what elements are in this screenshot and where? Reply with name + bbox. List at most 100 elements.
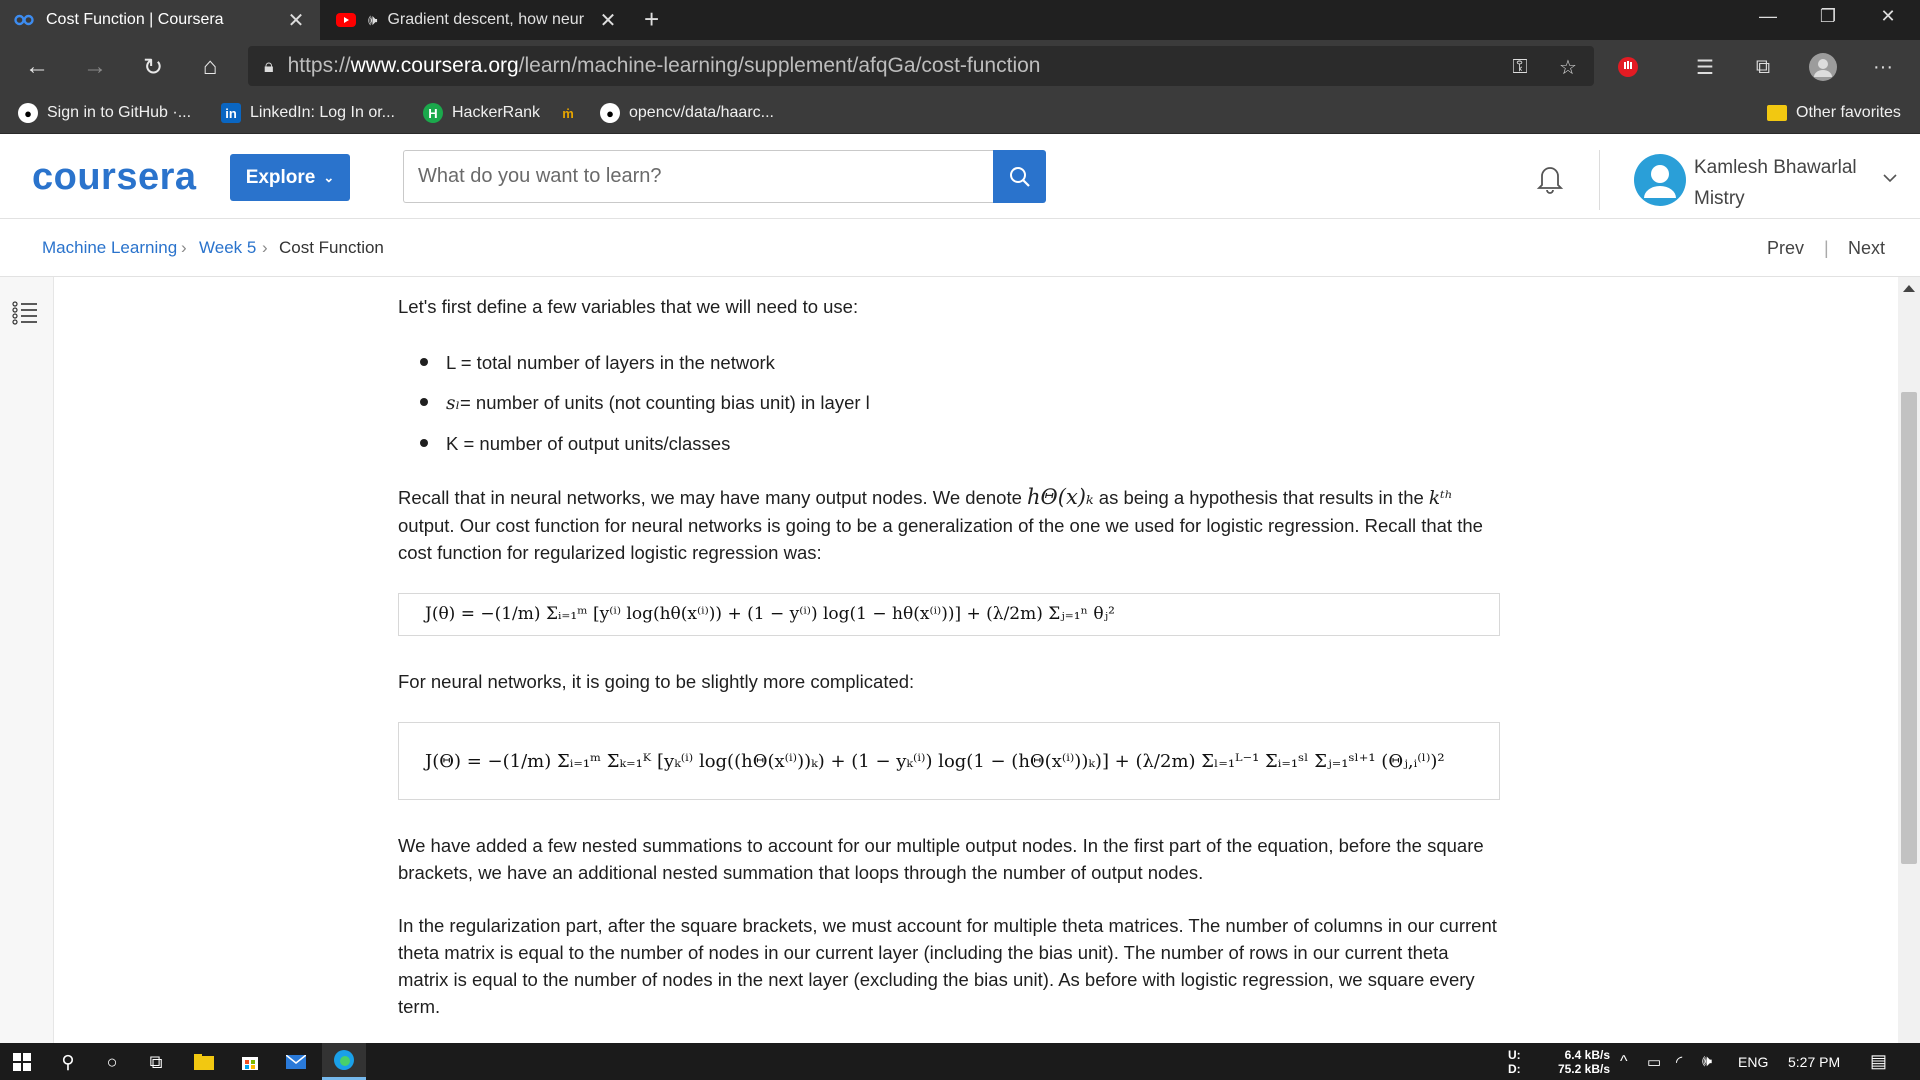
search-icon[interactable]: ⚲ xyxy=(50,1048,86,1076)
minimize-icon[interactable]: — xyxy=(1738,0,1798,32)
clock[interactable]: 5:27 PM xyxy=(1788,1043,1840,1080)
other-favorites[interactable]: Other favorites xyxy=(1767,92,1901,134)
notification-bell-icon[interactable] xyxy=(1532,160,1568,196)
favorites-list-icon[interactable]: ☰ xyxy=(1690,52,1720,82)
prev-link[interactable]: Prev xyxy=(1767,238,1804,259)
notifications-icon[interactable]: ▤ xyxy=(1870,1043,1887,1080)
scroll-up-icon[interactable] xyxy=(1903,285,1915,292)
search-button[interactable] xyxy=(993,150,1046,203)
url-path: /learn/machine-learning/supplement/afqGa… xyxy=(518,54,1041,77)
extension-icon[interactable] xyxy=(1613,52,1643,82)
store-icon[interactable] xyxy=(232,1048,268,1076)
outline-list-icon[interactable] xyxy=(12,301,38,325)
tab-title: Gradient descent, how neur xyxy=(387,11,585,28)
more-menu-icon[interactable]: ··· xyxy=(1868,52,1898,82)
task-view-icon[interactable]: ⧉ xyxy=(138,1048,174,1076)
recall-paragraph: Recall that in neural networks, we may h… xyxy=(398,484,1500,566)
tray-overflow-icon[interactable]: ^ xyxy=(1620,1043,1628,1080)
chevron-down-icon[interactable] xyxy=(1882,170,1898,186)
back-icon[interactable]: ← xyxy=(20,50,54,84)
avatar[interactable] xyxy=(1634,154,1686,206)
collections-icon[interactable]: ⧉ xyxy=(1748,52,1778,82)
equation-neural-cost: J(Θ) = −(1/m) Σᵢ₌₁ᵐ Σₖ₌₁ᴷ [yₖ⁽ⁱ⁾ log((hΘ… xyxy=(398,722,1500,800)
refresh-icon[interactable]: ↻ xyxy=(136,50,170,84)
tab-coursera[interactable]: Cost Function | Coursera ✕ xyxy=(0,0,320,40)
address-bar[interactable]: 🔒︎ https://www.coursera.org/learn/machin… xyxy=(248,46,1594,86)
bookmark-label: LinkedIn: Log In or... xyxy=(250,104,395,121)
linkedin-icon: in xyxy=(221,103,241,123)
browser-titlebar: Cost Function | Coursera ✕ 🕪 Gradient de… xyxy=(0,0,1920,40)
mail-icon[interactable] xyxy=(278,1048,314,1076)
network-speed: 6.4 kB/s 75.2 kB/s xyxy=(1552,1043,1610,1080)
other-favorites-label: Other favorites xyxy=(1796,104,1901,121)
audio-playing-icon[interactable]: 🕪 xyxy=(368,12,377,29)
forward-icon[interactable]: → xyxy=(78,50,112,84)
user-icon xyxy=(1644,165,1676,198)
close-tab-icon[interactable]: ✕ xyxy=(286,8,306,33)
bookmark-icon: ṁ xyxy=(562,105,574,121)
bookmark-label: opencv/data/haarc... xyxy=(629,104,774,121)
bullet-dot xyxy=(420,358,428,366)
github-icon: ● xyxy=(600,103,620,123)
net-upload-label: U: xyxy=(1508,1047,1521,1062)
tab-title: Cost Function | Coursera xyxy=(46,11,224,28)
bookmark-opencv[interactable]: ● opencv/data/haarc... xyxy=(600,92,774,134)
breadcrumb: Machine Learning › Week 5 › Cost Functio… xyxy=(0,219,1920,277)
breadcrumb-separator-icon: › xyxy=(262,238,268,257)
regularization-paragraph: In the regularization part, after the sq… xyxy=(398,915,1497,1017)
paragraph-text: as being a hypothesis that results in th… xyxy=(1093,487,1429,508)
windows-taskbar: ⚲ ○ ⧉ U: D: 6.4 kB/s 75.2 kB/s ^ ▭ ◜ 🕪 E… xyxy=(0,1043,1920,1080)
file-explorer-icon[interactable] xyxy=(186,1048,222,1076)
folder-icon xyxy=(1767,105,1787,121)
bookmark-hackerrank[interactable]: H HackerRank xyxy=(423,92,540,134)
home-icon[interactable]: ⌂ xyxy=(193,50,227,84)
user-name-last: Mistry xyxy=(1694,188,1745,209)
wifi-icon[interactable]: ◜ xyxy=(1676,1043,1682,1080)
url-protocol: https:// xyxy=(287,54,351,77)
edge-taskbar-icon[interactable] xyxy=(322,1043,366,1080)
network-speed-labels: U: D: xyxy=(1508,1043,1521,1080)
search-placeholder: What do you want to learn? xyxy=(418,165,662,187)
bullet-text: L = total number of layers in the networ… xyxy=(446,352,775,373)
equation-logistic-cost: J(θ) = −(1/m) Σᵢ₌₁ᵐ [y⁽ⁱ⁾ log(hθ(x⁽ⁱ⁾)) … xyxy=(398,593,1500,636)
neural-intro-paragraph: For neural networks, it is going to be s… xyxy=(398,671,915,692)
bookmark-linkedin[interactable]: in LinkedIn: Log In or... xyxy=(221,92,395,134)
language-indicator[interactable]: ENG xyxy=(1738,1043,1768,1080)
bookmark-unnamed[interactable]: ṁ xyxy=(558,92,587,134)
close-window-icon[interactable]: ✕ xyxy=(1858,0,1918,32)
breadcrumb-current: Cost Function xyxy=(279,238,384,257)
search-icon xyxy=(1009,166,1030,187)
new-tab-icon[interactable]: + xyxy=(644,4,659,35)
close-tab-icon[interactable]: ✕ xyxy=(598,8,618,33)
key-icon[interactable]: ⚿ xyxy=(1505,52,1535,82)
bookmark-github[interactable]: ● Sign in to GitHub ·... xyxy=(18,92,191,134)
windows-start-icon[interactable] xyxy=(4,1048,40,1076)
favorite-star-icon[interactable]: ☆ xyxy=(1553,52,1583,82)
search-input[interactable]: What do you want to learn? xyxy=(403,150,993,203)
intro-paragraph: Let's first define a few variables that … xyxy=(398,296,859,317)
tab-youtube[interactable]: 🕪 Gradient descent, how neur ✕ xyxy=(322,0,632,40)
user-name[interactable]: Kamlesh Bhawarlal Mistry xyxy=(1694,152,1857,214)
battery-icon[interactable]: ▭ xyxy=(1647,1043,1661,1080)
coursera-logo[interactable]: coursera xyxy=(32,156,197,199)
volume-icon[interactable]: 🕪 xyxy=(1702,1043,1712,1080)
scrollbar-thumb[interactable] xyxy=(1901,392,1917,864)
bullet-dot xyxy=(420,398,428,406)
breadcrumb-machine-learning[interactable]: Machine Learning xyxy=(42,238,177,258)
bullet-math: sₗ xyxy=(446,393,460,414)
inline-math: kᵗʰ xyxy=(1428,488,1453,509)
breadcrumb-week-5[interactable]: Week 5 xyxy=(199,238,256,258)
list-item: sₗ = number of units (not counting bias … xyxy=(420,389,870,417)
bullet-text: K = number of output units/classes xyxy=(446,433,731,454)
restore-icon[interactable]: ❐ xyxy=(1798,0,1858,32)
explore-label: Explore xyxy=(245,166,316,188)
cortana-icon[interactable]: ○ xyxy=(94,1048,130,1076)
bookmark-label: Sign in to GitHub ·... xyxy=(47,104,192,121)
profile-icon[interactable] xyxy=(1808,52,1838,82)
next-link[interactable]: Next xyxy=(1848,238,1885,259)
course-outline-rail xyxy=(0,277,54,1043)
net-download-label: D: xyxy=(1508,1061,1521,1076)
inline-math: hΘ(x)ₖ xyxy=(1027,485,1094,509)
explore-button[interactable]: Explore ⌄ xyxy=(230,154,350,201)
bookmark-label: HackerRank xyxy=(452,104,541,121)
